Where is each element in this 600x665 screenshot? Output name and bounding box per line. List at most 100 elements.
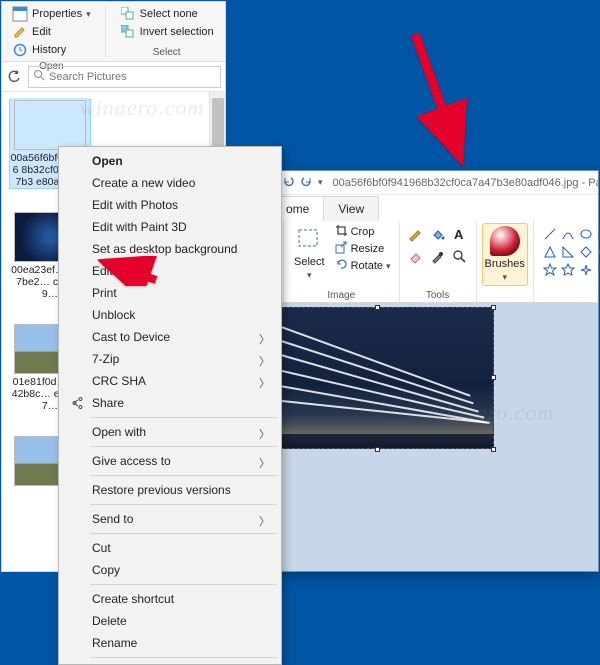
ctx-set-background[interactable]: Set as desktop background — [62, 238, 278, 260]
shape-diamond[interactable] — [578, 244, 594, 260]
paint-window: ▾ 00a56f6bf0f941968b32cf0ca7a47b3e80adf0… — [257, 170, 599, 572]
resize-handle[interactable] — [375, 305, 380, 310]
ctx-open[interactable]: Open — [62, 150, 278, 172]
ctx-copy[interactable]: Copy — [62, 559, 278, 581]
ctx-open-with[interactable]: Open with〉 — [62, 421, 278, 443]
crop-button[interactable]: Crop — [333, 224, 393, 240]
shape-triangle[interactable] — [542, 244, 558, 260]
ctx-separator — [90, 475, 277, 476]
ribbon-group-shapes — [534, 221, 600, 302]
ribbon-group-select: Select none Invert selection Select — [114, 4, 220, 59]
properties-button[interactable]: Properties ▾ — [10, 5, 93, 23]
brushes-button[interactable]: Brushes ▾ — [483, 224, 527, 285]
select-none-button[interactable]: Select none — [118, 5, 216, 23]
undo-icon[interactable] — [282, 175, 295, 191]
shape-oval[interactable] — [578, 226, 594, 242]
share-icon — [68, 395, 84, 411]
select-none-label: Select none — [140, 8, 198, 20]
ctx-unblock[interactable]: Unblock — [62, 304, 278, 326]
ctx-separator — [90, 446, 277, 447]
shapes-gallery[interactable] — [540, 224, 600, 280]
ctx-label: Create shortcut — [92, 592, 174, 606]
resize-icon — [335, 241, 348, 257]
ctx-cast[interactable]: Cast to Device〉 — [62, 326, 278, 348]
chevron-down-icon: ▾ — [86, 9, 91, 20]
ctx-crc-sha[interactable]: CRC SHA〉 — [62, 370, 278, 392]
shape-right-triangle[interactable] — [560, 244, 576, 260]
brushes-label: Brushes — [485, 258, 525, 270]
paint-titlebar[interactable]: ▾ 00a56f6bf0f941968b32cf0ca7a47b3e80adf0… — [258, 171, 598, 195]
qat-chevron-icon[interactable]: ▾ — [318, 177, 323, 188]
rotate-button[interactable]: Rotate ▾ — [333, 258, 393, 274]
ctx-cut[interactable]: Cut — [62, 537, 278, 559]
crop-icon — [335, 224, 348, 240]
ctx-edit-paint3d[interactable]: Edit with Paint 3D — [62, 216, 278, 238]
invert-selection-button[interactable]: Invert selection — [118, 23, 216, 41]
history-button[interactable]: History — [10, 41, 93, 59]
edit-button[interactable]: Edit — [10, 23, 93, 41]
shape-callout[interactable] — [596, 262, 600, 278]
ctx-share[interactable]: Share — [62, 392, 278, 414]
ctx-label: Copy — [92, 563, 120, 577]
svg-text:A: A — [454, 227, 464, 242]
paint-canvas-area[interactable] — [258, 303, 598, 571]
resize-handle[interactable] — [375, 447, 380, 452]
ctx-rename[interactable]: Rename — [62, 632, 278, 654]
ctx-give-access[interactable]: Give access to〉 — [62, 450, 278, 472]
invert-selection-label: Invert selection — [140, 26, 214, 38]
ctx-create-shortcut[interactable]: Create shortcut — [62, 588, 278, 610]
eraser-tool[interactable] — [406, 246, 426, 266]
resize-button[interactable]: Resize — [333, 241, 393, 257]
text-tool[interactable]: A — [450, 224, 470, 244]
brush-icon — [490, 226, 520, 256]
ctx-edit-photos[interactable]: Edit with Photos — [62, 194, 278, 216]
ribbon-group-image: Select ▾ Crop Resize Rotate ▾ — [284, 221, 400, 302]
edit-icon — [12, 24, 28, 40]
ctx-label: Edit with Paint 3D — [92, 220, 187, 234]
ctx-separator — [90, 657, 277, 658]
ctx-send-to[interactable]: Send to〉 — [62, 508, 278, 530]
shape-rect[interactable] — [596, 226, 600, 242]
ribbon-group-open: Properties ▾ Edit History Open — [6, 4, 97, 59]
ctx-label: Give access to — [92, 454, 171, 468]
ctx-label: Edit with Photos — [92, 198, 178, 212]
ctx-separator — [90, 504, 277, 505]
light-streak — [269, 336, 474, 404]
resize-handle[interactable] — [491, 447, 496, 452]
tools-grid: A — [406, 224, 470, 266]
ctx-restore-previous[interactable]: Restore previous versions — [62, 479, 278, 501]
ctx-create-video[interactable]: Create a new video — [62, 172, 278, 194]
ctx-delete[interactable]: Delete — [62, 610, 278, 632]
canvas-image[interactable] — [262, 307, 494, 449]
rotate-icon — [335, 258, 348, 274]
chevron-down-icon: ▾ — [307, 270, 312, 281]
history-label: History — [32, 44, 66, 56]
search-icon — [33, 69, 45, 84]
paint-title-text: 00a56f6bf0f941968b32cf0ca7a47b3e80adf046… — [333, 177, 598, 189]
properties-label: Properties — [32, 8, 82, 20]
fill-tool[interactable] — [428, 224, 448, 244]
tab-view[interactable]: View — [323, 196, 379, 221]
select-button[interactable]: Select ▾ — [290, 224, 329, 283]
annotation-arrow-edit — [98, 256, 160, 289]
shape-star3[interactable] — [578, 262, 594, 278]
resize-handle[interactable] — [491, 305, 496, 310]
shape-line[interactable] — [542, 226, 558, 242]
resize-handle[interactable] — [491, 375, 496, 380]
magnifier-tool[interactable] — [450, 246, 470, 266]
shape-star2[interactable] — [560, 262, 576, 278]
ctx-edit[interactable]: Edit — [62, 260, 278, 282]
refresh-icon[interactable] — [6, 69, 22, 85]
shape-star[interactable] — [542, 262, 558, 278]
tab-view-label: View — [338, 202, 364, 216]
ctx-print[interactable]: Print — [62, 282, 278, 304]
shape-pentagon[interactable] — [596, 244, 600, 260]
shape-curve[interactable] — [560, 226, 576, 242]
redo-icon[interactable] — [300, 175, 313, 191]
ctx-7zip[interactable]: 7-Zip〉 — [62, 348, 278, 370]
pencil-tool[interactable] — [406, 224, 426, 244]
submenu-arrow-icon: 〉 — [259, 331, 270, 347]
color-picker-tool[interactable] — [428, 246, 448, 266]
search-input[interactable]: Search Pictures — [28, 66, 221, 88]
chevron-down-icon: ▾ — [502, 272, 507, 283]
